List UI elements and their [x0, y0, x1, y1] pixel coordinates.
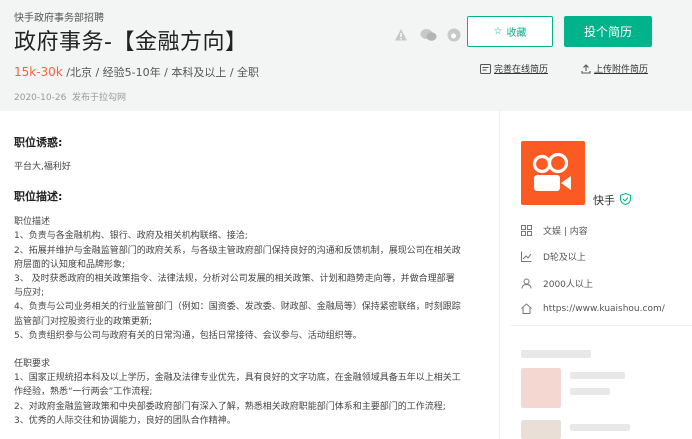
- apply-button[interactable]: 投个简历: [564, 16, 652, 47]
- wechat-share-icon[interactable]: [420, 28, 437, 42]
- blurred-content: [570, 372, 625, 379]
- blurred-content: [570, 424, 630, 431]
- desc-line: 3、 及时获悉政府的相关政策指令、法律法规，分析对公司发展的相关政策、计划和趋势…: [14, 274, 455, 285]
- desc-line: 职位描述: [14, 217, 51, 228]
- desc-line: 府层面的认知度和品牌形象;: [14, 259, 126, 270]
- resume-icon: [480, 63, 491, 74]
- home-icon: [521, 303, 532, 314]
- job-header: 快手政府事务部招聘 政府事务-【金融方向】 15k-30k /北京 / 经验5-…: [0, 0, 692, 111]
- desc-line: 5、负责组织参与公司与政府有关的日常沟通，包括日常接待、会议参与、活动组织等。: [14, 330, 362, 341]
- upload-resume-link[interactable]: 上传附件简历: [581, 62, 648, 75]
- kuaishou-logo-icon: [532, 153, 571, 191]
- description-body: 职位描述 1、负责与各金融机构、银行、政府及相关机构联络、接洽; 2、拓展并维护…: [14, 215, 494, 343]
- temptation-text: 平台大,福利好: [14, 162, 71, 172]
- collect-button[interactable]: ☆ 收藏: [467, 16, 553, 47]
- sidebar-divider: [511, 325, 692, 326]
- weibo-share-icon[interactable]: [447, 28, 461, 42]
- company-name[interactable]: 快手: [593, 192, 615, 208]
- upload-icon: [581, 63, 591, 74]
- blurred-image: [521, 420, 561, 439]
- desc-line: 4、负责与公司业务相关的行业监管部门（例如：国资委、发改委、财政部、金融局等）保…: [14, 302, 461, 313]
- company-website[interactable]: https://www.kuaishou.com/: [521, 303, 665, 314]
- blurred-content: [521, 350, 591, 358]
- job-detail: 职位诱惑: 平台大,福利好 职位描述: 职位描述 1、负责与各金融机构、银行、政…: [14, 134, 494, 428]
- req-line: 2、对政府金融监管政策和中央部委政府部门有深入了解，熟悉相关政府职能部门体系和主…: [14, 401, 446, 412]
- requirements-body: 任职要求 1、国家正规统招本科及以上学历，金融及法律专业优先，具有良好的文字功底…: [14, 357, 494, 428]
- job-meta: 15k-30k /北京 / 经验5-10年 / 本科及以上 / 全职: [14, 64, 259, 80]
- desc-line: 与应对;: [14, 288, 45, 299]
- company-stage: D轮及以上: [521, 250, 586, 263]
- req-line: 1、国家正规统招本科及以上学历，金融及法律专业优先，具有良好的文字功底，在金融领…: [14, 373, 461, 384]
- verified-shield-icon: [620, 193, 631, 205]
- blurred-image: [521, 368, 561, 408]
- temptation-title: 职位诱惑:: [14, 136, 63, 149]
- company-logo[interactable]: [521, 141, 585, 205]
- publish-date: 2020-10-26 发布于拉勾网: [14, 93, 127, 103]
- company-size: 2000人以上: [521, 277, 593, 290]
- req-line: 3、优秀的人际交往和协调能力，良好的团队合作精神。: [14, 415, 236, 426]
- star-icon: ☆: [493, 26, 503, 37]
- grid-icon: [521, 225, 532, 236]
- column-divider: [499, 111, 500, 439]
- desc-line: 1、负责与各金融机构、银行、政府及相关机构联络、接洽;: [14, 231, 248, 242]
- company-tag[interactable]: 快手政府事务部招聘: [14, 9, 104, 24]
- req-line: 作经验，熟悉“一行两会”工作流程;: [14, 387, 153, 398]
- description-title: 职位描述:: [14, 190, 63, 204]
- report-icon[interactable]: [394, 28, 408, 42]
- desc-line: 2、拓展并维护与金融监管部门的政府关系，与各级主管政府部门保持良好的沟通和反馈机…: [14, 245, 461, 256]
- blurred-content: [570, 388, 610, 395]
- job-title: 政府事务-【金融方向】: [14, 30, 248, 55]
- req-line: 任职要求: [14, 359, 51, 370]
- perfect-resume-link[interactable]: 完善在线简历: [480, 62, 548, 75]
- salary: 15k-30k: [14, 65, 63, 79]
- desc-line: 监管部门对控股资行业的政策更新;: [14, 316, 153, 327]
- trend-icon: [521, 251, 532, 262]
- job-requirements: /北京 / 经验5-10年 / 本科及以上 / 全职: [62, 66, 260, 79]
- company-field: 文娱 | 内容: [521, 224, 588, 237]
- people-icon: [521, 278, 532, 289]
